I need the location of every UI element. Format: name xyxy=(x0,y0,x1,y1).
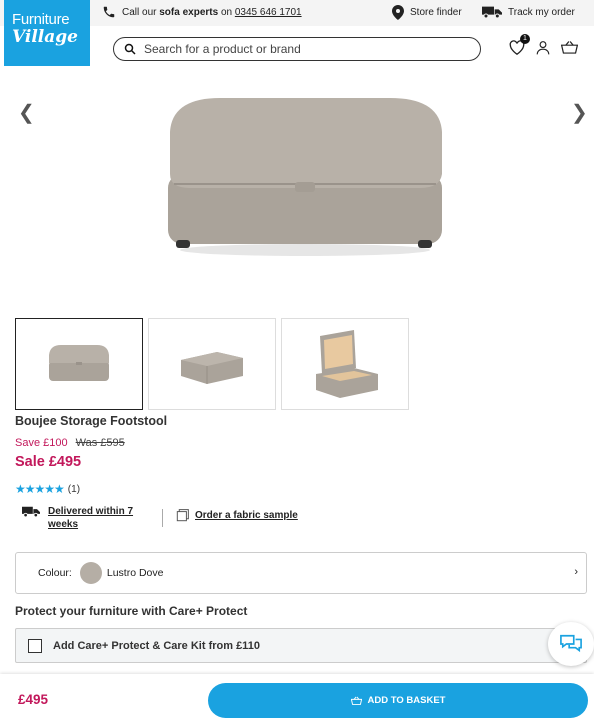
search-input[interactable] xyxy=(144,42,464,56)
track-order-label: Track my order xyxy=(508,6,575,18)
colour-swatch xyxy=(79,562,102,584)
store-finder-link[interactable]: Store finder xyxy=(392,5,462,20)
colour-label: Colour: xyxy=(38,567,72,579)
rating-stars: ★★★★★ xyxy=(15,482,65,496)
wishlist-button[interactable]: 1 xyxy=(508,34,530,56)
furniture-village-logo[interactable]: Furniture Village xyxy=(4,0,90,66)
chevron-right-icon: › xyxy=(574,566,578,578)
call-bold: sofa experts xyxy=(159,6,219,18)
wishlist-count-badge: 1 xyxy=(520,34,530,44)
rating[interactable]: ★★★★★ (1) xyxy=(15,482,80,496)
delivery-info[interactable]: Delivered within 7 weeks xyxy=(22,505,148,531)
logo-line-2: Village xyxy=(12,27,78,47)
save-amount: Save £100 xyxy=(15,437,68,449)
user-icon xyxy=(536,40,550,54)
fabric-sample-link[interactable]: Order a fabric sample xyxy=(176,509,298,522)
fabric-swatch-icon xyxy=(176,509,189,522)
call-experts: Call our sofa experts on 0345 646 1701 xyxy=(102,5,302,19)
delivery-text: Delivered within 7 weeks xyxy=(48,506,134,530)
store-finder-label: Store finder xyxy=(410,7,462,18)
protect-heading: Protect your furniture with Care+ Protec… xyxy=(15,604,248,618)
review-count: (1) xyxy=(67,483,81,495)
thumbnail-angle[interactable] xyxy=(148,318,276,410)
thumbnail-open-storage[interactable] xyxy=(281,318,409,410)
add-to-basket-label: ADD TO BASKET xyxy=(367,695,446,706)
care-protect-checkbox[interactable] xyxy=(28,638,42,653)
colour-value: Lustro Dove xyxy=(106,567,164,579)
fabric-sample-text: Order a fabric sample xyxy=(195,510,298,521)
search-bar[interactable] xyxy=(113,37,481,61)
main-product-image xyxy=(160,92,450,260)
add-to-basket-button[interactable]: ADD TO BASKET xyxy=(208,683,588,718)
header-actions: 1 xyxy=(508,34,578,56)
phone-icon xyxy=(103,6,115,18)
price-savings: Save £100 Was £595 xyxy=(15,437,125,449)
location-pin-icon xyxy=(392,5,404,20)
chat-button[interactable] xyxy=(548,622,594,666)
care-protect-label: Add Care+ Protect & Care Kit from £110 xyxy=(53,639,260,652)
gallery-prev-button[interactable]: ❮ xyxy=(18,100,35,125)
was-price: Was £595 xyxy=(75,437,125,449)
care-protect-option[interactable]: Add Care+ Protect & Care Kit from £110 xyxy=(15,628,587,663)
sale-price: Sale £495 xyxy=(15,454,82,470)
info-divider xyxy=(162,509,163,527)
thumbnail-strip xyxy=(15,318,409,410)
call-on: on xyxy=(220,6,233,18)
track-order-link[interactable]: Track my order xyxy=(482,5,575,19)
sticky-buy-bar: £495 ADD TO BASKET xyxy=(0,674,594,727)
call-prefix: Call our xyxy=(122,6,157,18)
basket-icon xyxy=(350,696,362,705)
colour-selector[interactable]: Colour: Lustro Dove › xyxy=(15,552,587,594)
search-icon xyxy=(124,43,136,55)
basket-icon xyxy=(560,41,578,54)
logo-line-1: Furniture xyxy=(12,11,70,28)
gallery-next-button[interactable]: ❯ xyxy=(571,100,588,125)
sticky-price: £495 xyxy=(18,692,49,707)
thumbnail-front[interactable] xyxy=(15,318,143,410)
product-title: Boujee Storage Footstool xyxy=(15,414,168,428)
basket-button[interactable] xyxy=(560,38,578,56)
account-button[interactable] xyxy=(534,38,552,56)
delivery-truck-icon xyxy=(22,506,40,518)
chat-bubbles-icon xyxy=(560,634,582,653)
truck-icon xyxy=(482,6,502,19)
phone-number-link[interactable]: 0345 646 1701 xyxy=(235,7,302,18)
